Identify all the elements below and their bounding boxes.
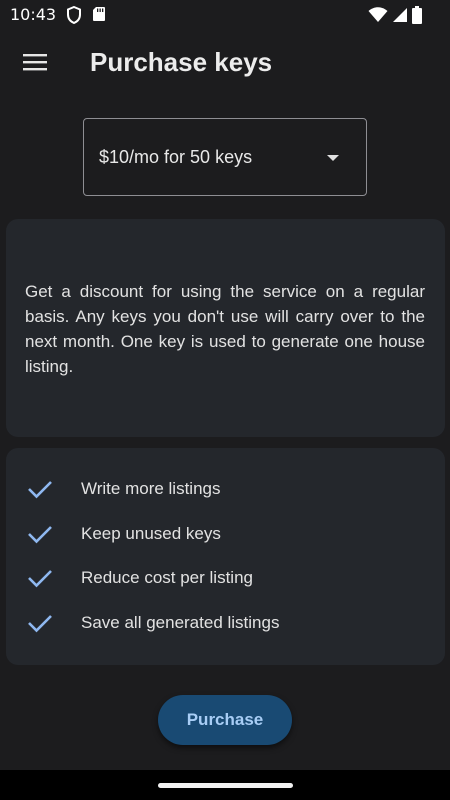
feature-item: Write more listings: [6, 467, 445, 512]
status-bar: 10:43: [0, 0, 450, 32]
dropdown-arrow-icon: [327, 155, 339, 161]
description-text: Get a discount for using the service on …: [25, 282, 425, 376]
check-icon: [28, 570, 52, 588]
battery-icon: [412, 6, 422, 28]
feature-item: Keep unused keys: [6, 512, 445, 557]
purchase-button[interactable]: Purchase: [158, 695, 292, 745]
status-icons-right: [368, 6, 422, 28]
screen: 10:43 Purchase keys $10/mo for 50 keys G…: [0, 0, 450, 800]
shield-icon: [66, 5, 82, 28]
feature-label: Reduce cost per listing: [81, 568, 253, 588]
check-icon: [28, 525, 52, 544]
wifi-icon: [368, 7, 388, 27]
app-bar: Purchase keys: [0, 32, 450, 96]
signal-icon: [392, 7, 408, 27]
description-card: Get a discount for using the service on …: [6, 219, 445, 437]
home-indicator[interactable]: [158, 783, 293, 788]
feature-item: Save all generated listings: [6, 601, 445, 646]
feature-label: Save all generated listings: [81, 612, 280, 632]
sd-card-icon: [92, 6, 106, 28]
menu-icon: [23, 53, 47, 75]
page-title: Purchase keys: [90, 47, 273, 77]
nav-bar: [0, 770, 450, 800]
feature-label: Write more listings: [81, 479, 221, 499]
feature-item: Reduce cost per listing: [6, 556, 445, 601]
status-icons-left: [66, 5, 106, 28]
features-card: Write more listings Keep unused keys Red…: [6, 448, 445, 665]
menu-button[interactable]: [13, 42, 57, 86]
plan-select[interactable]: $10/mo for 50 keys: [83, 118, 367, 196]
check-icon: [28, 481, 52, 499]
status-time: 10:43: [10, 5, 57, 24]
feature-list: Write more listings Keep unused keys Red…: [6, 467, 445, 645]
plan-select-value: $10/mo for 50 keys: [99, 146, 253, 167]
feature-label: Keep unused keys: [81, 523, 221, 543]
check-icon: [28, 614, 52, 633]
